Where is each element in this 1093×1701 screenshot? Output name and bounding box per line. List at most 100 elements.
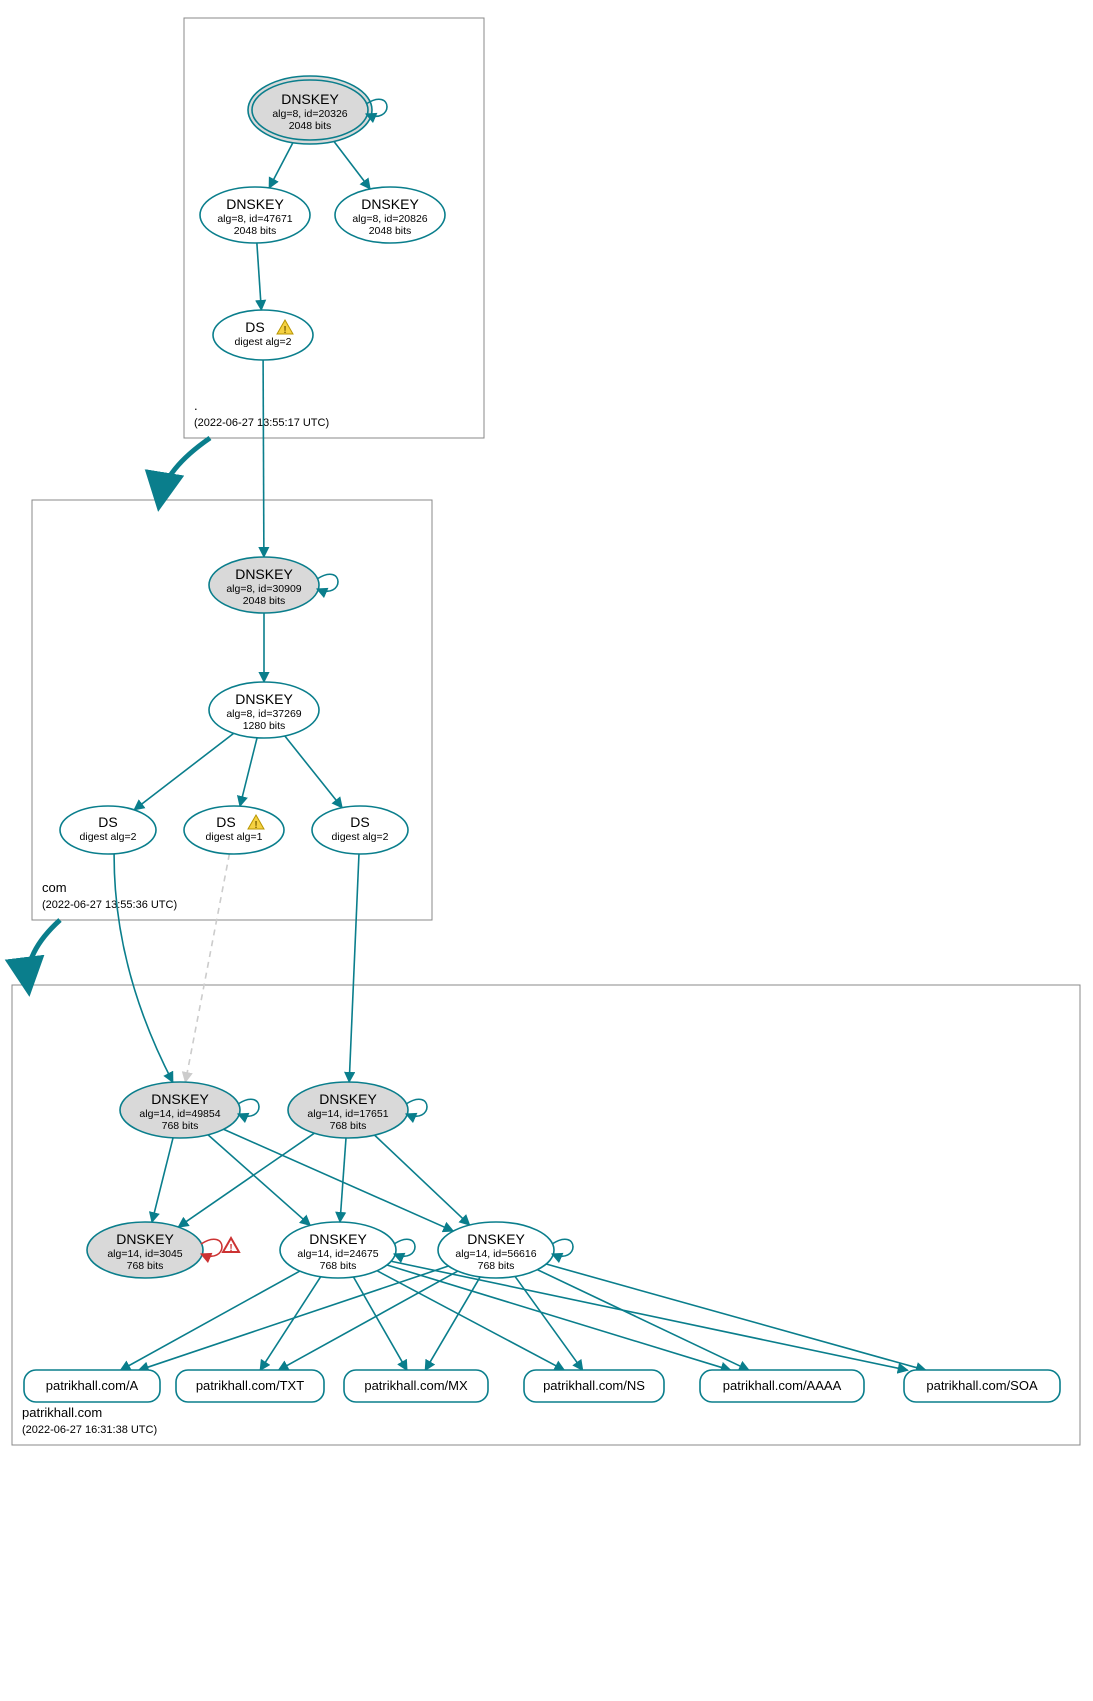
ds-node-com_ds1[interactable]: DSdigest alg=2	[60, 806, 156, 854]
node-title: DNSKEY	[235, 566, 293, 582]
node-title: DS	[350, 814, 369, 830]
node-sub2: 768 bits	[330, 1120, 367, 1132]
node-sub1: digest alg=2	[235, 336, 292, 348]
zone-name-domain: patrikhall.com	[22, 1405, 102, 1420]
edge-dom_ksk1-dom_zskB	[208, 1135, 310, 1226]
node-title: DNSKEY	[116, 1231, 174, 1247]
rr-node-rr_aaaa[interactable]: patrikhall.com/AAAA	[700, 1370, 864, 1402]
zone-name-com: com	[42, 880, 67, 895]
node-sub1: alg=14, id=17651	[307, 1108, 388, 1120]
rr-node-rr_txt[interactable]: patrikhall.com/TXT	[176, 1370, 324, 1402]
ds-node-com_ds2[interactable]: DS!digest alg=1	[184, 806, 284, 854]
zone-time-root: (2022-06-27 13:55:17 UTC)	[194, 417, 329, 429]
node-sub2: 768 bits	[478, 1260, 515, 1272]
edge-dom_zskC-rr_soa	[546, 1264, 926, 1370]
node-sub2: 768 bits	[320, 1260, 357, 1272]
rr-label: patrikhall.com/A	[46, 1378, 139, 1393]
edge-dom_zskB-rr_txt	[260, 1277, 321, 1371]
edge-dom_zskC-rr_ns	[515, 1276, 583, 1370]
rr-label: patrikhall.com/AAAA	[723, 1378, 842, 1393]
node-sub2: 768 bits	[162, 1120, 199, 1132]
rr-node-rr_a[interactable]: patrikhall.com/A	[24, 1370, 160, 1402]
selfloop-com_ksk	[317, 574, 338, 591]
error-icon-glyph: !	[229, 1243, 232, 1254]
node-title: DNSKEY	[467, 1231, 525, 1247]
dnskey-node-dom_zskC[interactable]: DNSKEYalg=14, id=56616768 bits	[438, 1222, 573, 1278]
rr-node-rr_mx[interactable]: patrikhall.com/MX	[344, 1370, 488, 1402]
edge-com_zsk-com_ds1	[134, 733, 233, 810]
rr-label: patrikhall.com/TXT	[196, 1378, 304, 1393]
rr-label: patrikhall.com/SOA	[926, 1378, 1038, 1393]
zone-delegation-arrow-1	[28, 920, 60, 985]
dnskey-node-dom_zskA[interactable]: ! DNSKEYalg=14, id=3045768 bits	[87, 1222, 239, 1278]
node-title: DNSKEY	[151, 1091, 209, 1107]
edge-com_zsk-com_ds2	[240, 738, 257, 806]
node-title: DS	[216, 814, 235, 830]
edge-dom_zskB-rr_ns	[377, 1271, 564, 1371]
dnskey-node-dom_ksk2[interactable]: DNSKEYalg=14, id=17651768 bits	[288, 1082, 427, 1138]
node-title: DNSKEY	[361, 196, 419, 212]
edge-dom_ksk1-dom_zskC	[224, 1129, 454, 1231]
edge-dom_zskC-rr_mx	[425, 1277, 480, 1370]
ds-node-root_ds[interactable]: DS!digest alg=2	[213, 310, 313, 360]
edge-root_ksk-root_zsk1	[269, 139, 295, 188]
node-sub1: alg=14, id=24675	[297, 1248, 378, 1260]
node-sub2: 2048 bits	[234, 225, 277, 237]
edge-root_zsk1-root_ds	[257, 243, 261, 310]
dnskey-node-com_ksk[interactable]: DNSKEYalg=8, id=309092048 bits	[209, 557, 338, 613]
rr-node-rr_soa[interactable]: patrikhall.com/SOA	[904, 1370, 1060, 1402]
edge-com_ds3-dom_ksk2	[349, 854, 359, 1082]
node-sub2: 2048 bits	[243, 595, 286, 607]
dnskey-node-dom_ksk1[interactable]: DNSKEYalg=14, id=49854768 bits	[120, 1082, 259, 1138]
edge-dom_zskB-rr_soa	[391, 1261, 908, 1370]
node-sub1: digest alg=2	[332, 831, 389, 843]
dnskey-node-root_zsk1[interactable]: DNSKEYalg=8, id=476712048 bits	[200, 187, 310, 243]
edge-dom_ksk2-dom_zskA	[178, 1133, 314, 1227]
node-title: DNSKEY	[309, 1231, 367, 1247]
edge-com_zsk-com_ds3	[285, 736, 342, 808]
node-title: DNSKEY	[319, 1091, 377, 1107]
selfloop-dom_zskC	[552, 1239, 573, 1256]
node-sub1: alg=8, id=20326	[272, 108, 347, 120]
rr-label: patrikhall.com/MX	[364, 1378, 468, 1393]
edge-dom_zskC-rr_a	[139, 1266, 449, 1370]
node-title: DNSKEY	[281, 91, 339, 107]
rr-label: patrikhall.com/NS	[543, 1378, 645, 1393]
zone-time-domain: (2022-06-27 16:31:38 UTC)	[22, 1424, 157, 1436]
node-sub1: digest alg=1	[206, 831, 263, 843]
node-sub2: 2048 bits	[369, 225, 412, 237]
selfloop-dom_zskA	[201, 1239, 222, 1256]
node-sub2: 1280 bits	[243, 720, 286, 732]
node-sub1: alg=14, id=3045	[107, 1248, 182, 1260]
zone-name-root: .	[194, 398, 198, 413]
dnskey-node-com_zsk[interactable]: DNSKEYalg=8, id=372691280 bits	[209, 682, 319, 738]
node-sub2: 2048 bits	[289, 120, 332, 132]
edge-dom_ksk2-dom_zskB	[340, 1138, 346, 1222]
dnskey-node-root_zsk2[interactable]: DNSKEYalg=8, id=208262048 bits	[335, 187, 445, 243]
node-sub1: alg=8, id=47671	[217, 213, 292, 225]
node-title: DNSKEY	[235, 691, 293, 707]
node-title: DS	[245, 319, 264, 335]
dnssec-graph: . (2022-06-27 13:55:17 UTC) com (2022-06-27…	[0, 0, 1093, 1701]
node-sub1: alg=8, id=37269	[226, 708, 301, 720]
edge-com_ds1-dom_ksk1	[114, 854, 173, 1082]
selfloop-dom_ksk2	[406, 1099, 427, 1116]
node-sub1: alg=8, id=30909	[226, 583, 301, 595]
dnskey-double-node-root_ksk[interactable]: DNSKEYalg=8, id=203262048 bits	[248, 76, 387, 144]
rr-node-rr_ns[interactable]: patrikhall.com/NS	[524, 1370, 664, 1402]
zone-delegation-arrow-0	[160, 438, 210, 500]
edge-dom_ksk2-dom_zskC	[375, 1135, 470, 1225]
zone-time-com: (2022-06-27 13:55:36 UTC)	[42, 899, 177, 911]
selfloop-dom_ksk1	[238, 1099, 259, 1116]
warning-icon-glyph: !	[254, 820, 257, 831]
dnskey-node-dom_zskB[interactable]: DNSKEYalg=14, id=24675768 bits	[280, 1222, 415, 1278]
edge-root_ksk-root_zsk2	[331, 138, 370, 189]
selfloop-dom_zskB	[394, 1239, 415, 1256]
node-sub1: digest alg=2	[80, 831, 137, 843]
ds-node-com_ds3[interactable]: DSdigest alg=2	[312, 806, 408, 854]
node-sub1: alg=8, id=20826	[352, 213, 427, 225]
node-title: DS	[98, 814, 117, 830]
node-sub2: 768 bits	[127, 1260, 164, 1272]
edge-com_ds2-dom_ksk1	[185, 854, 229, 1082]
edge-dom_zskB-rr_aaaa	[387, 1265, 731, 1370]
